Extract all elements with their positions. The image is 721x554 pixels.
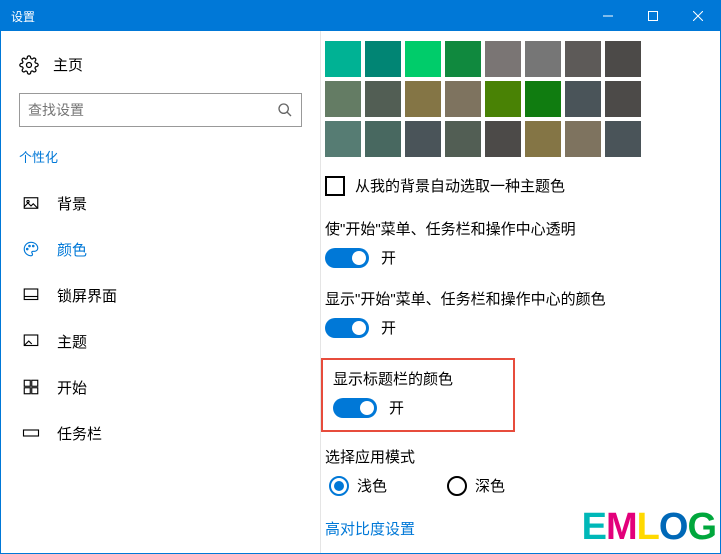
- color-swatch[interactable]: [365, 121, 401, 157]
- nav-item-label: 锁屏界面: [57, 285, 117, 306]
- radio-label: 浅色: [357, 475, 387, 496]
- color-swatch[interactable]: [565, 81, 601, 117]
- setting-label: 显示标题栏的颜色: [333, 368, 453, 389]
- color-swatch[interactable]: [525, 41, 561, 77]
- toggle-switch[interactable]: [333, 398, 377, 418]
- nav-item-label: 主题: [57, 331, 87, 352]
- nav-list: 背景 颜色 锁屏界面 主题 开始 任务栏: [19, 180, 302, 456]
- toggle-state: 开: [389, 397, 404, 418]
- color-swatch[interactable]: [565, 121, 601, 157]
- search-icon: [277, 102, 293, 118]
- setting-accent-start: 显示"开始"菜单、任务栏和操作中心的颜色 开: [325, 288, 720, 338]
- main-panel: 从我的背景自动选取一种主题色 使"开始"菜单、任务栏和操作中心透明 开 显示"开…: [321, 31, 720, 553]
- home-label: 主页: [53, 54, 83, 75]
- color-swatch[interactable]: [605, 81, 641, 117]
- picture-icon: [21, 193, 41, 213]
- window-title: 设置: [11, 8, 585, 25]
- app-mode-label: 选择应用模式: [325, 446, 720, 467]
- gear-icon: [19, 55, 39, 75]
- setting-label: 显示"开始"菜单、任务栏和操作中心的颜色: [325, 288, 720, 309]
- app-mode-group: 选择应用模式 浅色 深色: [325, 446, 720, 496]
- nav-item-themes[interactable]: 主题: [19, 318, 302, 364]
- color-swatch[interactable]: [565, 41, 601, 77]
- highlighted-setting: 显示标题栏的颜色 开: [321, 358, 515, 432]
- search-input[interactable]: [28, 102, 277, 118]
- high-contrast-link[interactable]: 高对比度设置: [325, 521, 415, 538]
- toggle-state: 开: [381, 317, 396, 338]
- setting-label: 使"开始"菜单、任务栏和操作中心透明: [325, 218, 720, 239]
- color-swatch[interactable]: [325, 121, 361, 157]
- auto-color-row[interactable]: 从我的背景自动选取一种主题色: [325, 175, 720, 196]
- color-swatch[interactable]: [405, 81, 441, 117]
- brush-icon: [21, 331, 41, 351]
- watermark: EMLOG: [582, 506, 716, 549]
- color-swatch[interactable]: [365, 41, 401, 77]
- color-swatches: [325, 41, 720, 157]
- sidebar: 主页 个性化 背景 颜色 锁屏界面 主题: [1, 31, 321, 553]
- nav-item-lockscreen[interactable]: 锁屏界面: [19, 272, 302, 318]
- color-swatch[interactable]: [605, 121, 641, 157]
- color-swatch[interactable]: [485, 81, 521, 117]
- color-swatch[interactable]: [525, 121, 561, 157]
- color-swatch[interactable]: [325, 41, 361, 77]
- nav-item-taskbar[interactable]: 任务栏: [19, 410, 302, 456]
- close-button[interactable]: [675, 1, 720, 31]
- nav-item-label: 颜色: [57, 239, 87, 260]
- nav-item-label: 开始: [57, 377, 87, 398]
- radio-icon[interactable]: [329, 476, 349, 496]
- color-swatch[interactable]: [485, 121, 521, 157]
- nav-item-background[interactable]: 背景: [19, 180, 302, 226]
- home-link[interactable]: 主页: [19, 54, 302, 75]
- taskbar-icon: [21, 423, 41, 443]
- lockscreen-icon: [21, 285, 41, 305]
- radio-icon[interactable]: [447, 476, 467, 496]
- radio-light[interactable]: 浅色: [329, 475, 387, 496]
- maximize-button[interactable]: [630, 1, 675, 31]
- minimize-button[interactable]: [585, 1, 630, 31]
- toggle-switch[interactable]: [325, 318, 369, 338]
- toggle-switch[interactable]: [325, 248, 369, 268]
- color-swatch[interactable]: [445, 121, 481, 157]
- checkbox-icon[interactable]: [325, 176, 345, 196]
- search-box[interactable]: [19, 93, 302, 127]
- color-swatch[interactable]: [525, 81, 561, 117]
- toggle-state: 开: [381, 247, 396, 268]
- palette-icon: [21, 239, 41, 259]
- color-swatch[interactable]: [365, 81, 401, 117]
- nav-item-label: 背景: [57, 193, 87, 214]
- window-controls: [585, 1, 720, 31]
- color-swatch[interactable]: [605, 41, 641, 77]
- color-swatch[interactable]: [445, 81, 481, 117]
- section-header: 个性化: [19, 147, 302, 166]
- radio-label: 深色: [475, 475, 505, 496]
- nav-item-label: 任务栏: [57, 423, 102, 444]
- color-swatch[interactable]: [405, 121, 441, 157]
- color-swatch[interactable]: [445, 41, 481, 77]
- radio-dark[interactable]: 深色: [447, 475, 505, 496]
- color-swatch[interactable]: [485, 41, 521, 77]
- start-icon: [21, 377, 41, 397]
- setting-transparency: 使"开始"菜单、任务栏和操作中心透明 开: [325, 218, 720, 268]
- nav-item-colors[interactable]: 颜色: [19, 226, 302, 272]
- nav-item-start[interactable]: 开始: [19, 364, 302, 410]
- titlebar: 设置: [1, 1, 720, 31]
- auto-color-label: 从我的背景自动选取一种主题色: [355, 175, 565, 196]
- color-swatch[interactable]: [325, 81, 361, 117]
- color-swatch[interactable]: [405, 41, 441, 77]
